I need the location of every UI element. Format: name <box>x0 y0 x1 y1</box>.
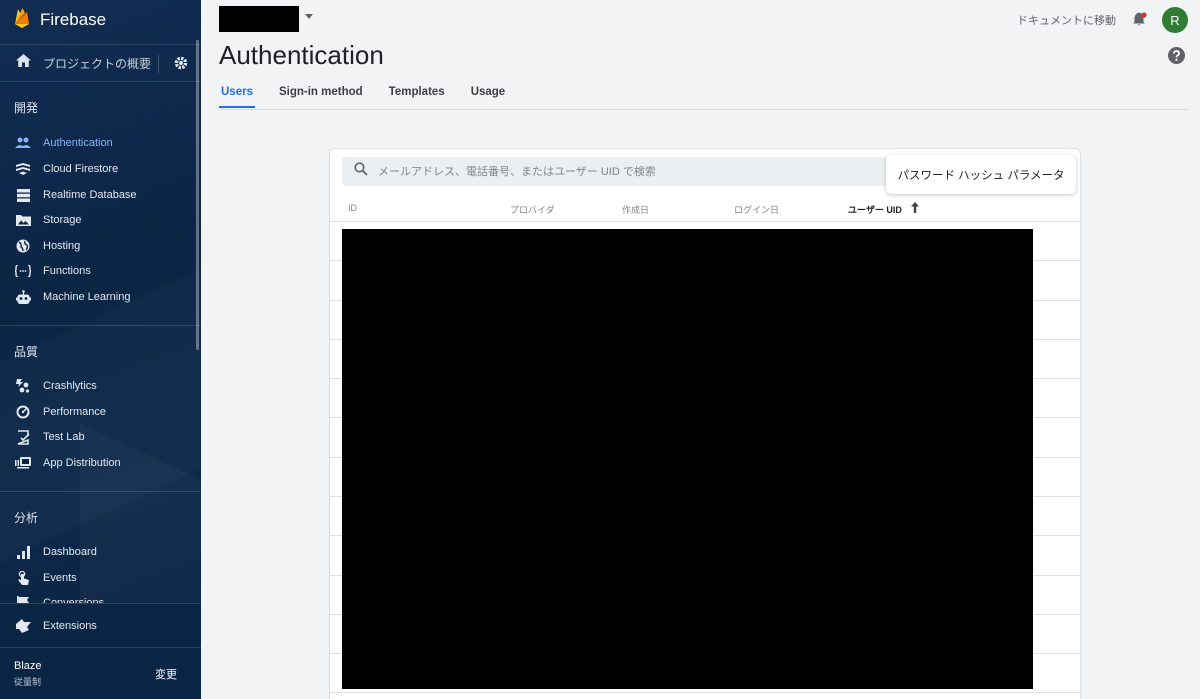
sidebar-item-hosting[interactable]: Hosting <box>0 234 201 258</box>
app-distribution-icon <box>14 454 32 472</box>
brand-name: Firebase <box>40 10 107 29</box>
sidebar-item-label: Test Lab <box>43 431 85 443</box>
speedometer-icon <box>14 403 32 421</box>
extensions-area: Extensions <box>0 603 201 647</box>
tab-bar: Users Sign-in method Templates Usage <box>219 86 529 108</box>
bar-chart-icon <box>14 543 32 561</box>
sidebar: Firebase プロジェクトの概要 開発 Authentication Clo… <box>0 0 201 699</box>
sidebar-item-label: Machine Learning <box>43 291 131 303</box>
project-overview: プロジェクトの概要 <box>0 44 201 82</box>
project-name-redacted[interactable] <box>219 6 299 32</box>
users-card: パスワード ハッシュ パラメータ ID プロバイダ 作成日 ログイン日 ユーザー… <box>329 148 1081 699</box>
sidebar-item-label: Hosting <box>43 240 81 252</box>
sidebar-item-dashboard[interactable]: Dashboard <box>0 540 201 564</box>
touch-icon <box>14 569 32 587</box>
sidebar-item-crashlytics[interactable]: Crashlytics <box>0 374 201 398</box>
tab-templates[interactable]: Templates <box>387 86 447 108</box>
search-bar <box>342 157 902 186</box>
home-icon[interactable] <box>16 54 31 72</box>
column-header-signed-in[interactable]: ログイン日 <box>734 203 779 216</box>
avatar[interactable]: R <box>1162 7 1188 33</box>
sidebar-item-extensions[interactable]: Extensions <box>0 614 201 638</box>
column-header-user-uid[interactable]: ユーザー UID <box>848 203 902 216</box>
sidebar-scrollbar[interactable] <box>196 40 199 350</box>
sidebar-item-label: Performance <box>43 406 106 418</box>
column-header-created[interactable]: 作成日 <box>622 203 649 216</box>
database-icon <box>14 186 32 204</box>
tab-usage[interactable]: Usage <box>469 86 508 108</box>
plan-name: Blaze <box>14 660 42 672</box>
section-develop[interactable]: 開発 <box>14 99 38 116</box>
people-icon <box>14 134 32 152</box>
gear-icon[interactable] <box>173 55 189 76</box>
sidebar-item-realtime-database[interactable]: Realtime Database <box>0 183 201 207</box>
section-quality[interactable]: 品質 <box>14 343 38 360</box>
sidebar-item-label: Events <box>43 572 77 584</box>
sidebar-item-label: Functions <box>43 265 91 277</box>
image-folder-icon <box>14 211 32 229</box>
sidebar-item-events[interactable]: Events <box>0 566 201 590</box>
change-plan-button[interactable]: 変更 <box>155 666 177 682</box>
notification-bell-icon[interactable] <box>1132 11 1148 32</box>
sidebar-item-storage[interactable]: Storage <box>0 208 201 232</box>
checklist-icon <box>14 428 32 446</box>
sidebar-item-label: Extensions <box>43 620 97 632</box>
table-row[interactable] <box>330 692 1080 693</box>
crashlytics-icon <box>14 377 32 395</box>
column-header-provider[interactable]: プロバイダ <box>510 203 555 216</box>
tabs-divider <box>219 109 1189 110</box>
project-overview-link[interactable]: プロジェクトの概要 <box>43 55 151 72</box>
firestore-icon <box>14 160 32 178</box>
docs-link[interactable]: ドキュメントに移動 <box>1017 12 1116 28</box>
help-icon[interactable] <box>1168 47 1185 69</box>
functions-icon <box>14 262 32 280</box>
plan-type: 従量制 <box>14 677 42 687</box>
password-hash-parameters-button[interactable]: パスワード ハッシュ パラメータ <box>886 155 1076 194</box>
search-icon <box>354 162 368 181</box>
tab-sign-in-method[interactable]: Sign-in method <box>277 86 365 108</box>
table-header-divider <box>330 221 1080 222</box>
main-content: ドキュメントに移動 R Authentication Users Sign-in… <box>201 0 1200 699</box>
sidebar-item-machine-learning[interactable]: Machine Learning <box>0 285 201 309</box>
sidebar-item-label: Cloud Firestore <box>43 163 119 175</box>
firebase-logo[interactable]: Firebase <box>14 7 107 34</box>
firebase-flame-icon <box>14 7 30 34</box>
globe-icon <box>14 237 32 255</box>
sidebar-item-label: Storage <box>43 214 82 226</box>
sidebar-item-label: Dashboard <box>43 546 97 558</box>
robot-icon <box>14 288 32 306</box>
sidebar-item-functions[interactable]: Functions <box>0 259 201 283</box>
sidebar-item-app-distribution[interactable]: App Distribution <box>0 451 201 475</box>
extensions-icon <box>14 617 32 635</box>
sidebar-item-label: App Distribution <box>43 457 121 469</box>
sidebar-item-cloud-firestore[interactable]: Cloud Firestore <box>0 157 201 181</box>
section-analytics[interactable]: 分析 <box>14 509 38 526</box>
sort-ascending-icon[interactable] <box>910 201 920 219</box>
sidebar-item-label: Realtime Database <box>43 189 137 201</box>
billing-plan: Blaze 従量制 変更 <box>0 647 201 699</box>
sidebar-item-authentication[interactable]: Authentication <box>0 131 201 155</box>
tab-users[interactable]: Users <box>219 86 255 108</box>
search-input[interactable] <box>378 165 878 178</box>
sidebar-item-label: Crashlytics <box>43 380 97 392</box>
column-header-id[interactable]: ID <box>348 203 357 213</box>
sidebar-item-test-lab[interactable]: Test Lab <box>0 425 201 449</box>
page-title: Authentication <box>219 40 384 70</box>
divider <box>0 325 201 326</box>
sidebar-item-label: Authentication <box>43 137 113 149</box>
sidebar-item-performance[interactable]: Performance <box>0 400 201 424</box>
user-rows-redacted <box>342 229 1033 689</box>
chevron-down-icon[interactable] <box>305 14 313 19</box>
divider <box>0 491 201 492</box>
